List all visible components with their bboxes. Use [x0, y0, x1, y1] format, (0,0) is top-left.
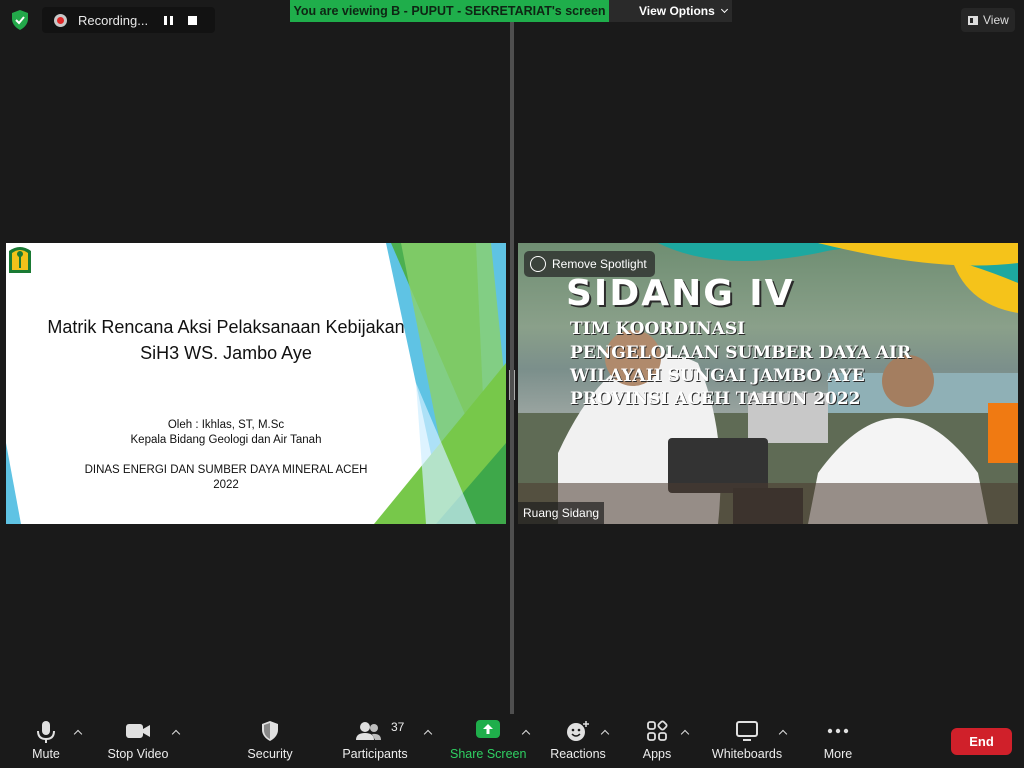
end-meeting-button[interactable]: End [951, 728, 1012, 755]
audio-options-caret[interactable] [73, 728, 83, 738]
share-screen-icon [476, 720, 500, 738]
chevron-down-icon [720, 5, 728, 14]
stop-icon [187, 15, 197, 25]
whiteboards-button[interactable]: Whiteboards [710, 714, 784, 768]
viewing-screen-banner: You are viewing B - PUPUT - SEKRETARIAT'… [290, 0, 609, 22]
whiteboards-label: Whiteboards [711, 747, 783, 761]
share-options-caret[interactable] [521, 728, 531, 738]
video-banner-line2: PENGELOLAAN SUMBER DAYA AIR [570, 343, 912, 363]
microphone-icon [37, 721, 55, 743]
slide-author: Oleh : Ikhlas, ST, M.Sc [167, 419, 285, 431]
stop-recording-button[interactable] [180, 9, 204, 31]
pause-recording-button[interactable] [156, 9, 180, 31]
security-shield-icon [262, 721, 278, 741]
slide-position: Kepala Bidang Geologi dan Air Tanah [130, 434, 322, 446]
encryption-shield-icon[interactable] [10, 9, 30, 31]
spotlight-video-tile[interactable]: Remove Spotlight SIDANG IV TIM KOORDINAS… [518, 243, 1018, 524]
video-camera-icon [126, 724, 150, 738]
slide-year: 2022 [213, 479, 239, 491]
recording-indicator: Recording... [42, 7, 215, 33]
more-label: More [823, 747, 853, 761]
zoom-meeting-window: Recording... You are viewing B - PUPUT -… [0, 0, 1024, 768]
stop-video-label: Stop Video [107, 747, 169, 761]
video-options-caret[interactable] [171, 728, 181, 738]
apps-label: Apps [642, 747, 672, 761]
pause-icon [163, 15, 173, 25]
whiteboards-options-caret[interactable] [778, 728, 788, 738]
view-layout-button[interactable]: View [961, 8, 1015, 32]
apps-icon [647, 720, 668, 741]
slide-title-line1: Matrik Rencana Aksi Pelaksanaan Kebijaka… [47, 317, 405, 337]
stop-video-button[interactable]: Stop Video [104, 714, 172, 768]
mute-label: Mute [32, 747, 60, 761]
mute-button[interactable]: Mute [22, 714, 70, 768]
more-dots-icon [827, 728, 849, 734]
apps-button[interactable]: Apps [637, 714, 677, 768]
more-button[interactable]: More [818, 714, 858, 768]
shared-screen-slide: Matrik Rencana Aksi Pelaksanaan Kebijaka… [6, 243, 506, 524]
video-banner-title: SIDANG IV [566, 273, 795, 314]
slide-title-line2: SiH3 WS. Jambo Aye [140, 343, 312, 363]
security-button[interactable]: Security [242, 714, 298, 768]
participants-icon [356, 722, 381, 740]
participants-button[interactable]: 37 Participants [340, 714, 410, 768]
security-label: Security [247, 747, 293, 761]
share-screen-label: Share Screen [450, 747, 527, 761]
reactions-options-caret[interactable] [600, 728, 610, 738]
share-screen-button[interactable]: Share Screen [450, 714, 526, 768]
whiteboard-icon [736, 721, 758, 741]
slide-agency: DINAS ENERGI DAN SUMBER DAYA MINERAL ACE… [84, 464, 368, 476]
reactions-smiley-icon [567, 721, 589, 741]
slide-title: Matrik Rencana Aksi Pelaksanaan Kebijaka… [26, 314, 426, 366]
recording-label: Recording... [78, 12, 149, 28]
video-banner-line1: TIM KOORDINASI [570, 319, 746, 339]
video-banner-line4: PROVINSI ACEH TAHUN 2022 [570, 389, 861, 409]
participants-label: Participants [342, 747, 408, 761]
view-options-button[interactable]: View Options [609, 0, 732, 22]
spotlight-icon [530, 256, 546, 272]
divider-drag-handle[interactable] [509, 370, 515, 400]
participant-name-label: Ruang Sidang [518, 502, 605, 524]
view-options-label: View Options [639, 4, 715, 18]
aceh-emblem-logo [9, 247, 31, 273]
recording-dot-icon [54, 13, 67, 27]
split-view-divider[interactable] [510, 22, 514, 714]
layout-icon [968, 16, 978, 25]
participants-options-caret[interactable] [423, 728, 433, 738]
remove-spotlight-label: Remove Spotlight [552, 257, 647, 271]
meeting-toolbar: Mute Stop Video Security 37 Participants… [0, 714, 1024, 768]
apps-options-caret[interactable] [680, 728, 690, 738]
video-banner-line3: WILAYAH SUNGAI JAMBO AYE [570, 366, 865, 386]
reactions-button[interactable]: Reactions [548, 714, 608, 768]
participants-count: 37 [391, 720, 405, 734]
reactions-label: Reactions [550, 747, 606, 761]
view-label: View [983, 13, 1009, 27]
